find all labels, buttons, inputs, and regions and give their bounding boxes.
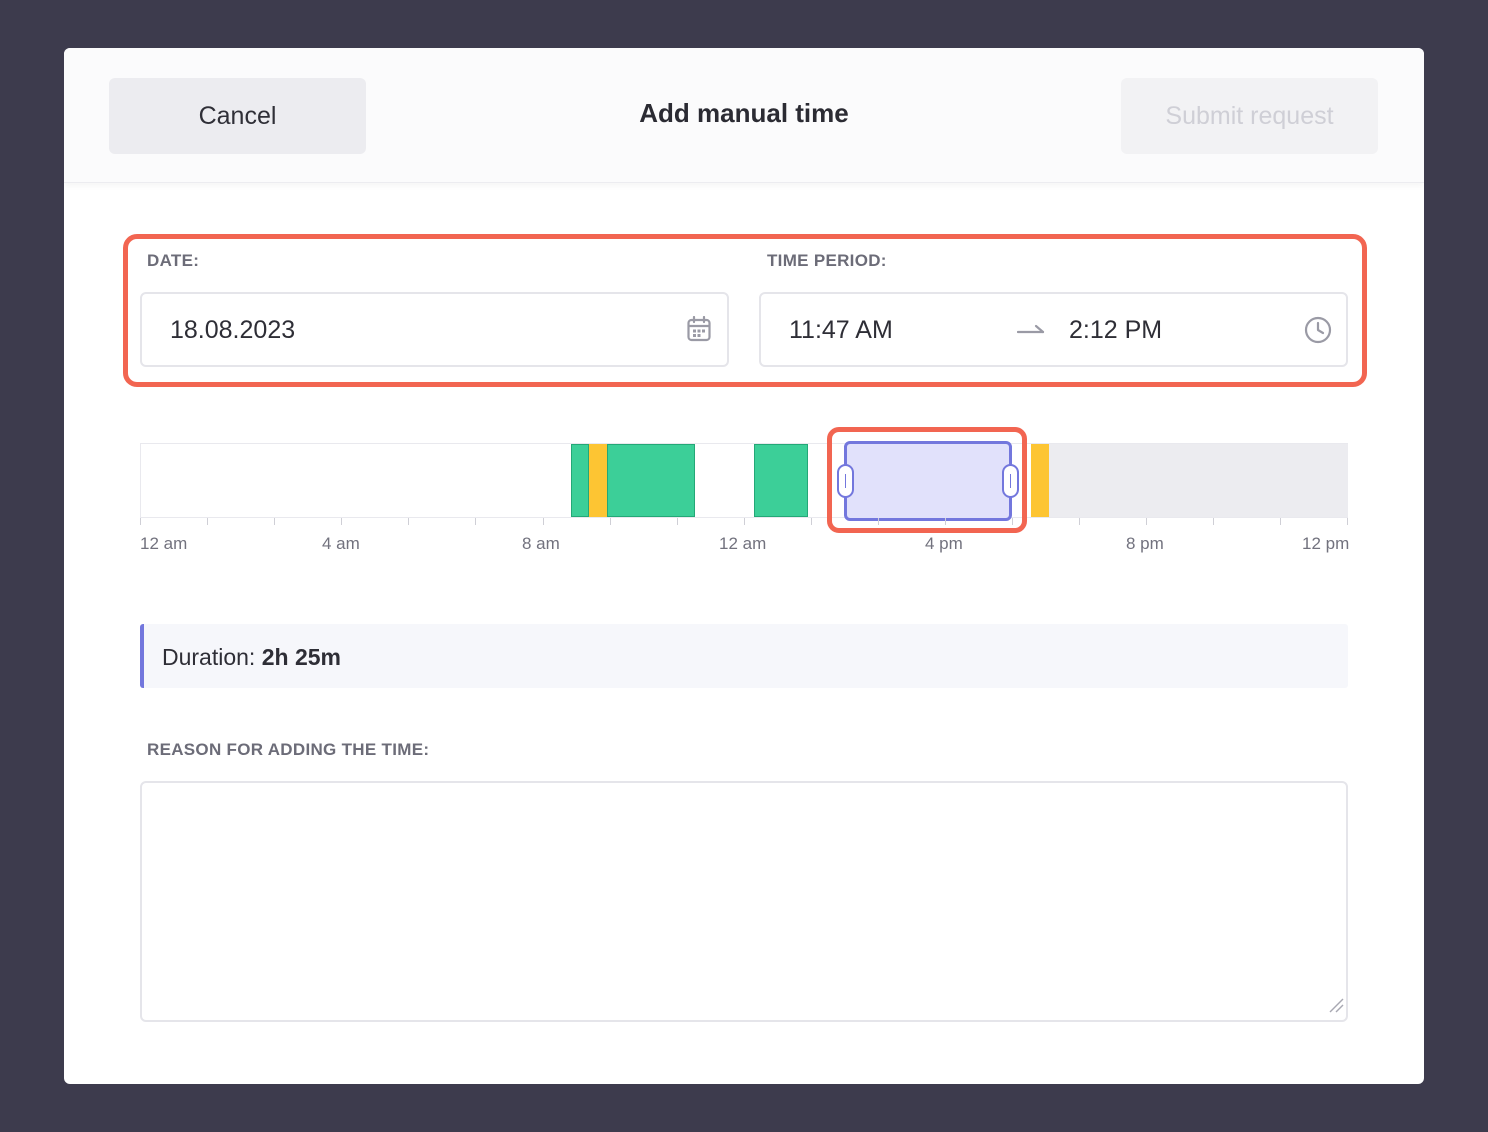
axis-label: 12 am [140, 534, 188, 553]
calendar-icon[interactable] [687, 315, 711, 347]
idle-segment [589, 444, 607, 517]
idle-segment [1031, 444, 1049, 517]
time-start-value[interactable]: 11:47 AM [789, 316, 893, 345]
axis-label: 8 am [522, 534, 560, 553]
tick [1280, 518, 1281, 525]
tick [878, 518, 879, 525]
duration-summary: Duration: 2h 25m [140, 624, 1348, 688]
arrow-right-icon [1016, 324, 1045, 343]
tick [274, 518, 275, 525]
tick [1012, 518, 1013, 525]
resize-handle-icon[interactable] [1328, 997, 1344, 1018]
modal-header: Cancel Add manual time Submit request [64, 48, 1424, 183]
add-manual-time-modal: Cancel Add manual time Submit request DA… [64, 48, 1424, 1084]
day-timeline[interactable] [140, 441, 1348, 521]
future-unavailable-segment [1049, 444, 1348, 517]
reason-label: REASON FOR ADDING THE TIME: [147, 740, 430, 759]
time-end-value[interactable]: 2:12 PM [1069, 316, 1162, 345]
tick [207, 518, 208, 525]
axis-label: 4 am [322, 534, 360, 553]
tracked-segment [754, 444, 808, 517]
date-field[interactable]: 18.08.2023 [140, 292, 729, 367]
submit-request-button[interactable]: Submit request [1121, 78, 1378, 154]
time-period-label: TIME PERIOD: [767, 251, 887, 270]
time-period-field[interactable]: 11:47 AM 2:12 PM [759, 292, 1348, 367]
reason-textarea[interactable] [140, 781, 1348, 1022]
duration-label: Duration: [162, 644, 256, 670]
tick [140, 518, 141, 525]
tick [811, 518, 812, 525]
tick [1146, 518, 1147, 525]
tick [341, 518, 342, 525]
tick [610, 518, 611, 525]
tick [945, 518, 946, 525]
duration-value: 2h 25m [261, 644, 341, 670]
clock-icon[interactable] [1304, 316, 1332, 349]
tick [543, 518, 544, 525]
date-label: DATE: [147, 251, 200, 270]
tracked-segment [571, 444, 589, 517]
date-value: 18.08.2023 [170, 316, 296, 344]
axis-label: 4 pm [925, 534, 963, 553]
axis-label: 12 am [719, 534, 767, 553]
tick [744, 518, 745, 525]
tick [1213, 518, 1214, 525]
tick [1079, 518, 1080, 525]
tick [475, 518, 476, 525]
tick [1347, 518, 1348, 525]
axis-label: 8 pm [1126, 534, 1164, 553]
timeline-ticks [140, 518, 1348, 528]
tracked-segment [607, 444, 695, 517]
axis-label: 12 pm [1302, 534, 1350, 553]
tick [677, 518, 678, 525]
duration-text: Duration: 2h 25m [162, 644, 341, 671]
tick [408, 518, 409, 525]
